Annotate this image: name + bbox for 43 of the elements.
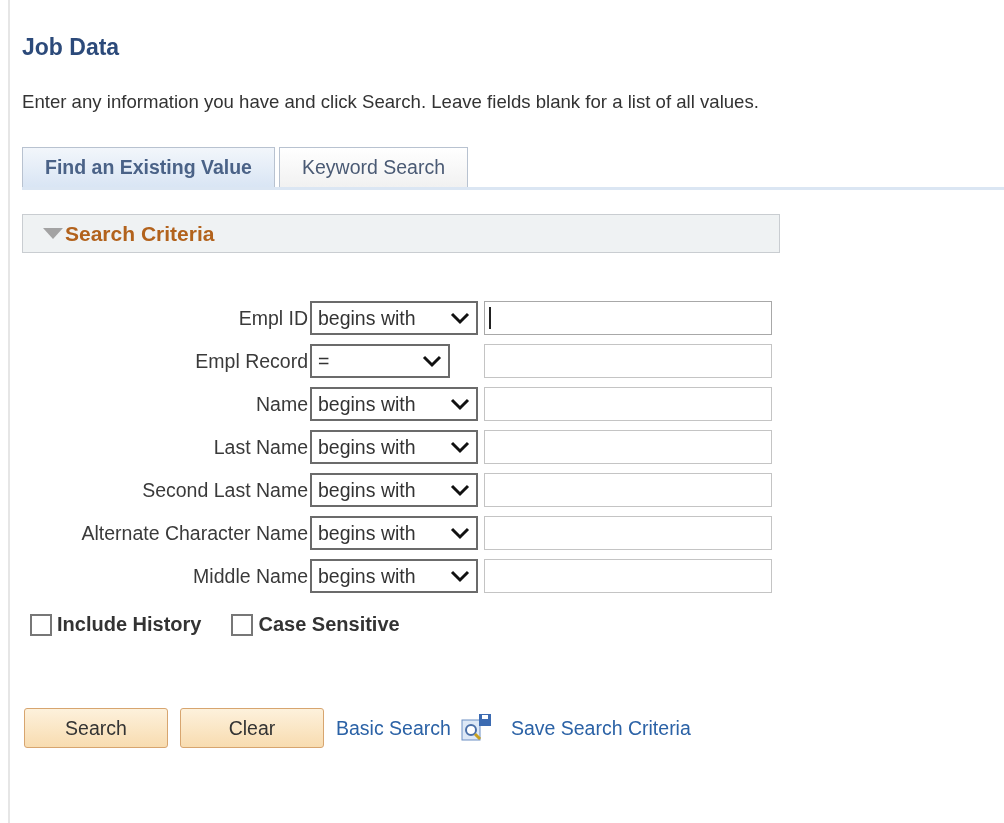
checkbox-label: Include History <box>57 613 202 636</box>
operator-dropdown[interactable]: begins with <box>310 430 478 464</box>
chevron-down-icon <box>450 440 470 454</box>
field-label: Middle Name <box>192 564 308 588</box>
field-label: Last Name <box>212 435 308 459</box>
input-field[interactable] <box>484 344 772 378</box>
input-field[interactable] <box>484 301 772 335</box>
basic-search-link[interactable]: Basic Search <box>336 716 451 740</box>
chevron-down-icon <box>450 483 470 497</box>
section-title: Search Criteria <box>65 221 215 246</box>
input-field[interactable] <box>484 516 772 550</box>
field-label: Name <box>254 392 308 416</box>
chevron-down-icon <box>422 354 442 368</box>
section-header[interactable]: Search Criteria <box>22 214 780 253</box>
operator-dropdown[interactable]: begins with <box>310 387 478 421</box>
instructions-text: Enter any information you have and click Search. Leave fields blank for a list of all values. <box>22 91 760 113</box>
tab[interactable]: Keyword Search <box>278 147 469 187</box>
checkbox[interactable] <box>231 613 254 636</box>
chevron-down-icon <box>450 569 470 583</box>
operator-dropdown[interactable]: begins with <box>310 301 478 335</box>
clear-button[interactable]: Clear <box>180 708 324 748</box>
chevron-down-icon <box>450 311 470 325</box>
operator-dropdown[interactable]: begins with <box>310 473 478 507</box>
chevron-down-icon <box>450 397 470 411</box>
page-title: Job Data <box>22 34 121 61</box>
field-label: Alternate Character Name <box>80 521 308 545</box>
input-field[interactable] <box>484 387 772 421</box>
input-field[interactable] <box>484 430 772 464</box>
save-criteria-link[interactable]: Save Search Criteria <box>510 716 691 740</box>
field-label: Second Last Name <box>141 478 308 502</box>
chevron-down-icon <box>450 526 470 540</box>
search-save-icon[interactable] <box>460 713 493 743</box>
operator-dropdown[interactable]: = <box>310 344 450 378</box>
operator-dropdown[interactable]: begins with <box>310 559 478 593</box>
field-label: Empl Record <box>194 349 308 373</box>
tab[interactable]: Find an Existing Value <box>22 147 275 187</box>
field-label: Empl ID <box>237 306 308 330</box>
input-field[interactable] <box>484 473 772 507</box>
checkbox-label: Case Sensitive <box>258 613 400 636</box>
checkbox[interactable] <box>30 613 52 636</box>
input-field[interactable] <box>484 559 772 593</box>
operator-dropdown[interactable]: begins with <box>310 516 478 550</box>
search-button[interactable]: Search <box>24 708 168 748</box>
